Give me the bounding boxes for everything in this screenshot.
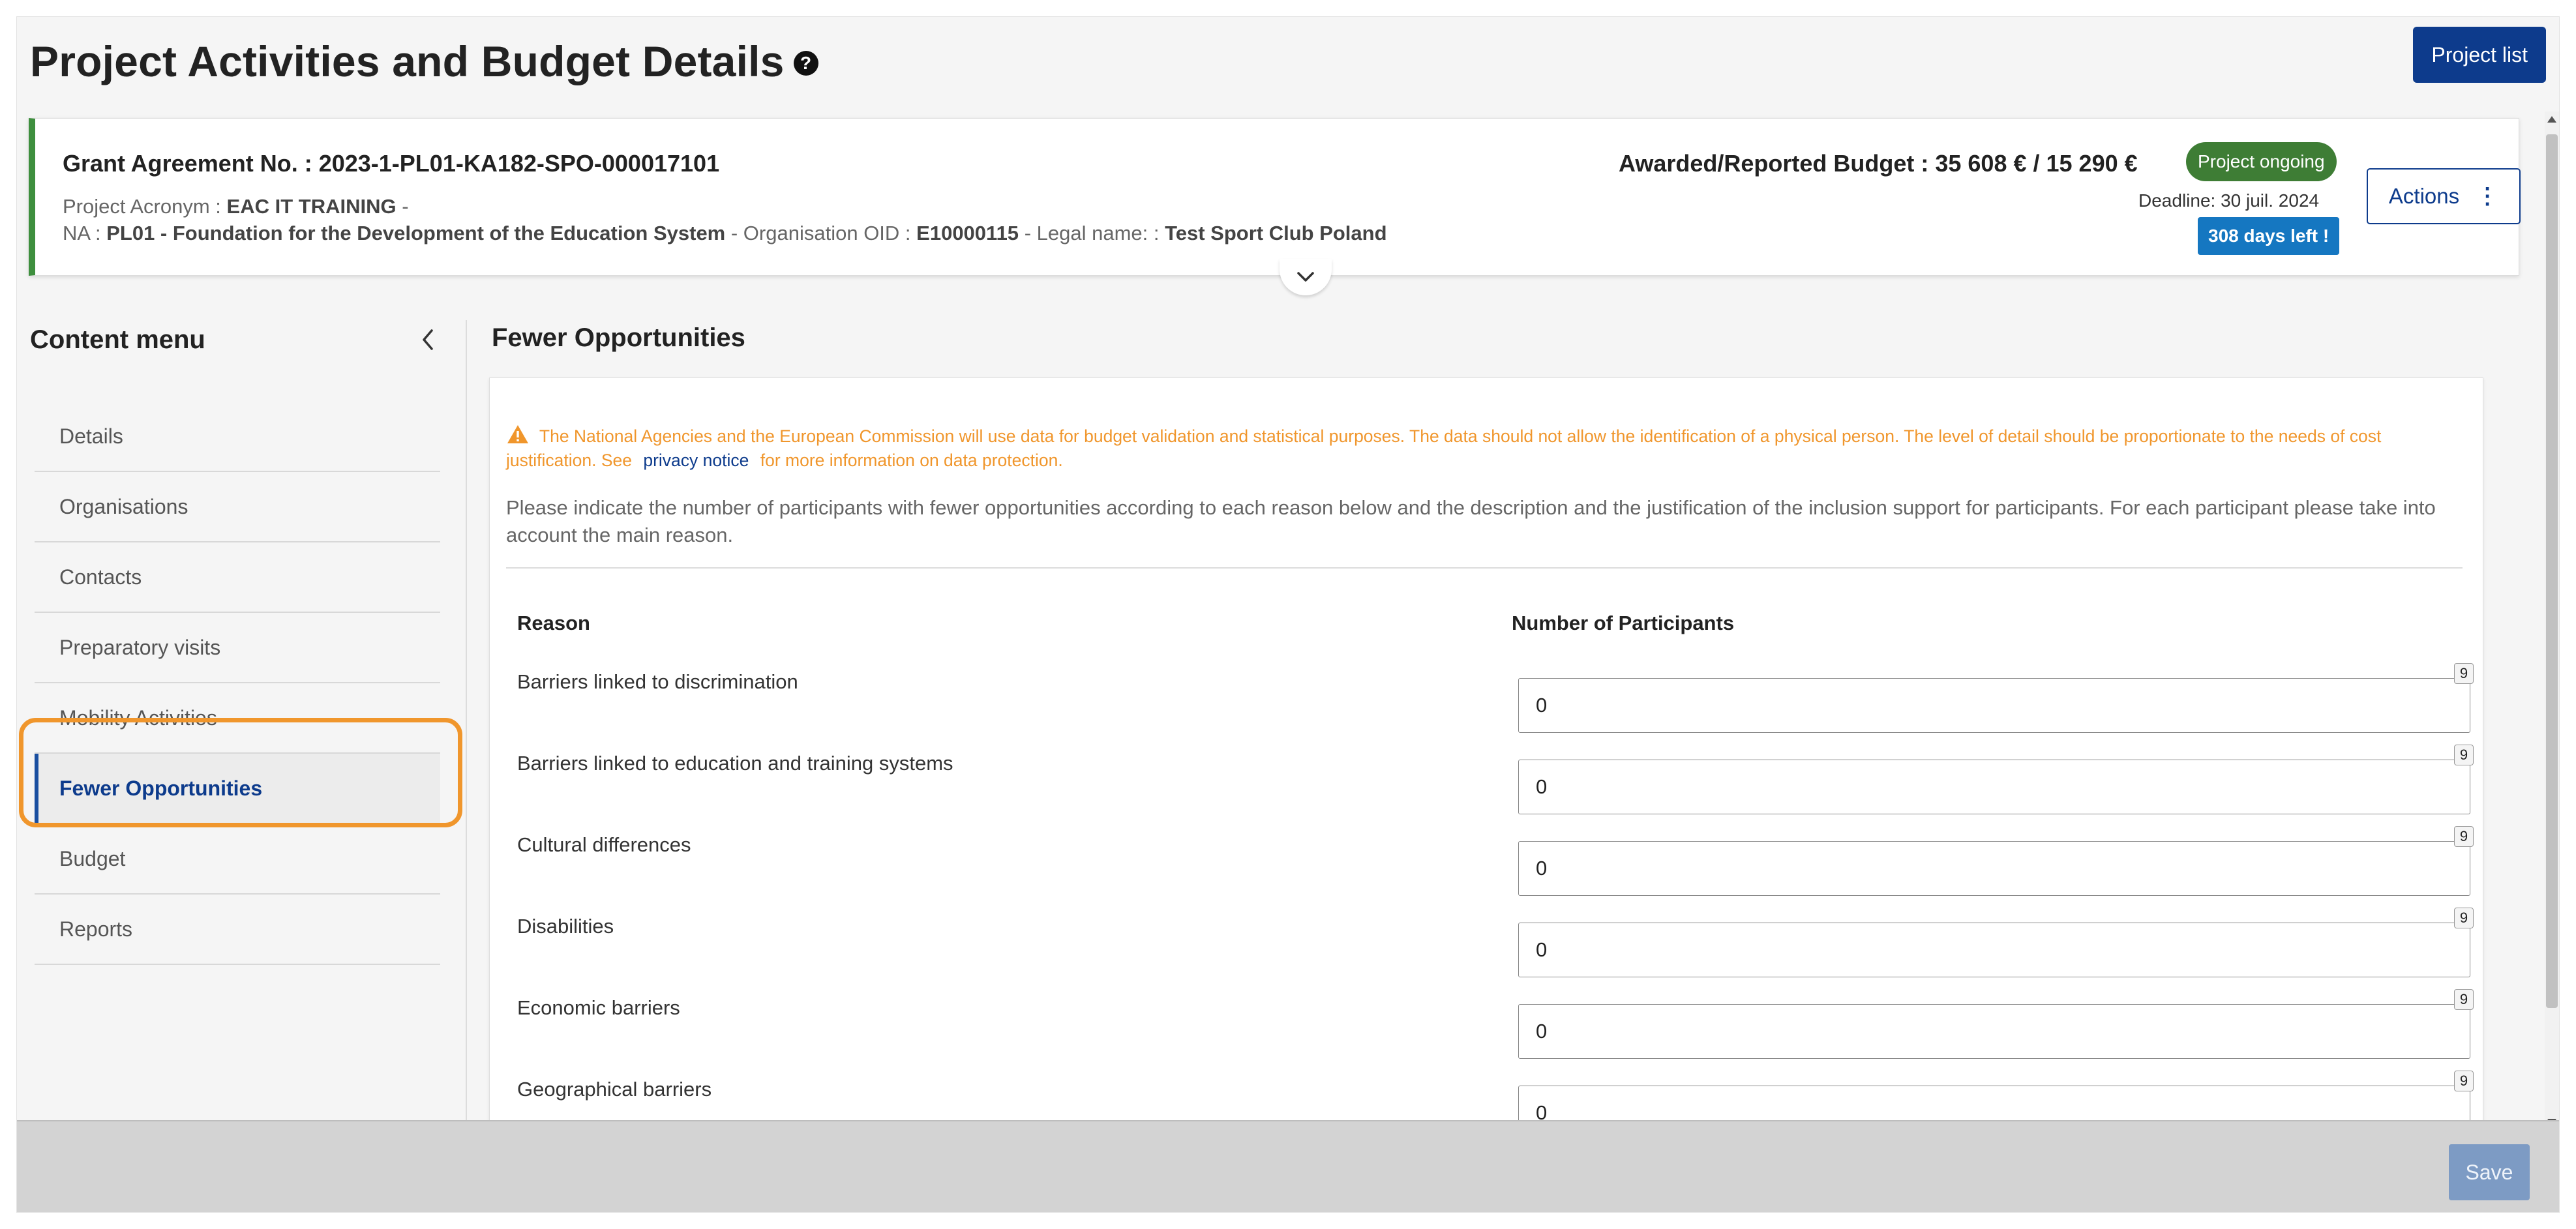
column-header-reason: Reason: [517, 612, 590, 634]
scroll-up-icon[interactable]: [2547, 115, 2557, 124]
privacy-notice-link[interactable]: privacy notice: [643, 451, 749, 470]
actions-button[interactable]: Actions ⋮: [2367, 168, 2521, 224]
reason-label: Economic barriers: [517, 996, 680, 1019]
page-header: Project Activities and Budget Details ?: [30, 37, 818, 86]
menu-item-reports[interactable]: Reports: [35, 895, 440, 965]
menu-item-mobility-activities[interactable]: Mobility Activities: [35, 683, 440, 754]
status-badge: Project ongoing: [2186, 142, 2337, 181]
days-left-badge: 308 days left !: [2198, 217, 2340, 255]
kebab-menu-icon: ⋮: [2476, 184, 2499, 209]
section-title: Fewer Opportunities: [492, 323, 745, 352]
project-list-button[interactable]: Project list: [2413, 27, 2546, 83]
deadline-text: Deadline: 30 juil. 2024: [2138, 190, 2320, 211]
legal-name: Test Sport Club Poland: [1165, 222, 1387, 244]
char-counter: 9: [2454, 826, 2474, 847]
grant-agreement-number: Grant Agreement No. : 2023-1-PL01-KA182-…: [63, 150, 720, 177]
project-acronym-line: Project Acronym : EAC IT TRAINING -: [63, 195, 409, 218]
participants-input-discrimination[interactable]: [1518, 678, 2470, 733]
content-menu-title: Content menu: [30, 325, 205, 354]
help-icon[interactable]: ?: [793, 51, 818, 76]
participants-input-education[interactable]: [1518, 760, 2470, 814]
char-counter: 9: [2454, 908, 2474, 928]
national-agency: PL01 - Foundation for the Development of…: [106, 222, 726, 244]
project-acronym: EAC IT TRAINING: [226, 195, 397, 218]
menu-item-contacts[interactable]: Contacts: [35, 542, 440, 613]
fewer-opportunities-form: The National Agencies and the European C…: [489, 378, 2483, 1160]
participants-input-disabilities[interactable]: [1518, 923, 2470, 977]
menu-item-preparatory-visits[interactable]: Preparatory visits: [35, 613, 440, 683]
reason-label: Barriers linked to discrimination: [517, 670, 798, 693]
reason-label: Disabilities: [517, 915, 614, 938]
data-protection-warning: The National Agencies and the European C…: [506, 424, 2456, 473]
footer-bar: Save: [17, 1120, 2559, 1212]
char-counter: 9: [2454, 1071, 2474, 1091]
column-header-participants: Number of Participants: [1512, 612, 1735, 634]
organisation-oid: E10000115: [916, 222, 1019, 244]
expand-card-toggle[interactable]: [1280, 259, 1332, 295]
menu-divider: [466, 320, 467, 1135]
page-title: Project Activities and Budget Details: [30, 37, 785, 85]
participants-input-economic[interactable]: [1518, 1004, 2470, 1059]
grant-card: Grant Agreement No. : 2023-1-PL01-KA182-…: [29, 118, 2521, 295]
reason-label: Geographical barriers: [517, 1078, 712, 1101]
reason-label: Cultural differences: [517, 833, 691, 856]
menu-item-details[interactable]: Details: [35, 402, 440, 472]
menu-item-budget[interactable]: Budget: [35, 824, 440, 895]
reason-label: Barriers linked to education and trainin…: [517, 752, 953, 775]
chevron-down-icon: [1297, 272, 1314, 282]
warning-icon: [507, 425, 528, 443]
participants-input-cultural[interactable]: [1518, 841, 2470, 896]
warning-suffix: for more information on data protection.: [760, 451, 1063, 470]
char-counter: 9: [2454, 663, 2474, 684]
instructions-text: Please indicate the number of participan…: [506, 496, 2436, 546]
char-counter: 9: [2454, 745, 2474, 765]
app-frame: Project Activities and Budget Details ? …: [16, 16, 2560, 1213]
scrollbar-thumb[interactable]: [2546, 134, 2558, 1008]
actions-label: Actions: [2388, 184, 2460, 208]
budget-summary: Awarded/Reported Budget : 35 608 € / 15 …: [1619, 150, 2138, 177]
menu-item-fewer-opportunities[interactable]: Fewer Opportunities: [35, 754, 440, 824]
char-counter: 9: [2454, 989, 2474, 1010]
collapse-menu-icon[interactable]: [415, 323, 441, 356]
save-button[interactable]: Save: [2449, 1144, 2530, 1200]
menu-item-organisations[interactable]: Organisations: [35, 472, 440, 542]
content-menu: Details Organisations Contacts Preparato…: [35, 402, 440, 965]
organisation-line: NA : PL01 - Foundation for the Developme…: [63, 222, 1387, 244]
section-divider: [506, 567, 2463, 569]
